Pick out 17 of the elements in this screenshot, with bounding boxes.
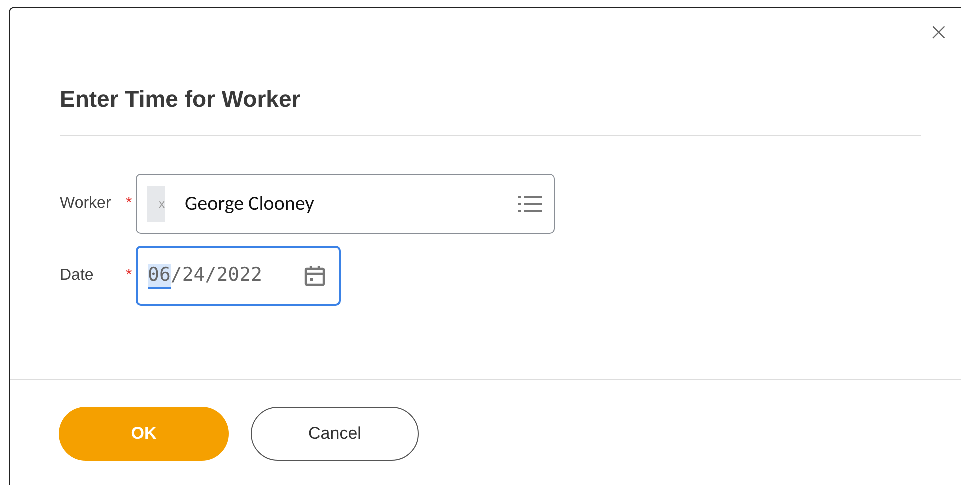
worker-field[interactable]: x George Clooney: [136, 174, 555, 234]
date-field[interactable]: 06/24/2022: [136, 246, 341, 306]
date-segment[interactable]: 24: [182, 264, 206, 288]
field-label: Worker: [60, 195, 112, 213]
date-segment[interactable]: /: [170, 264, 182, 288]
date-segment[interactable]: 06: [148, 264, 171, 288]
required-mark: *: [126, 267, 134, 285]
required-mark: *: [126, 195, 134, 213]
field-label: Date: [60, 267, 95, 285]
close-button[interactable]: ×: [924, 20, 953, 44]
calendar-icon[interactable]: [303, 264, 327, 288]
list-icon[interactable]: [518, 194, 542, 214]
date-segment[interactable]: 2022: [216, 264, 262, 288]
cancel-button[interactable]: Cancel: [251, 407, 419, 461]
dialog-title: Enter Time for Worker: [60, 86, 302, 113]
field-value: George Clooney: [185, 192, 316, 216]
date-segment[interactable]: /: [205, 264, 217, 288]
